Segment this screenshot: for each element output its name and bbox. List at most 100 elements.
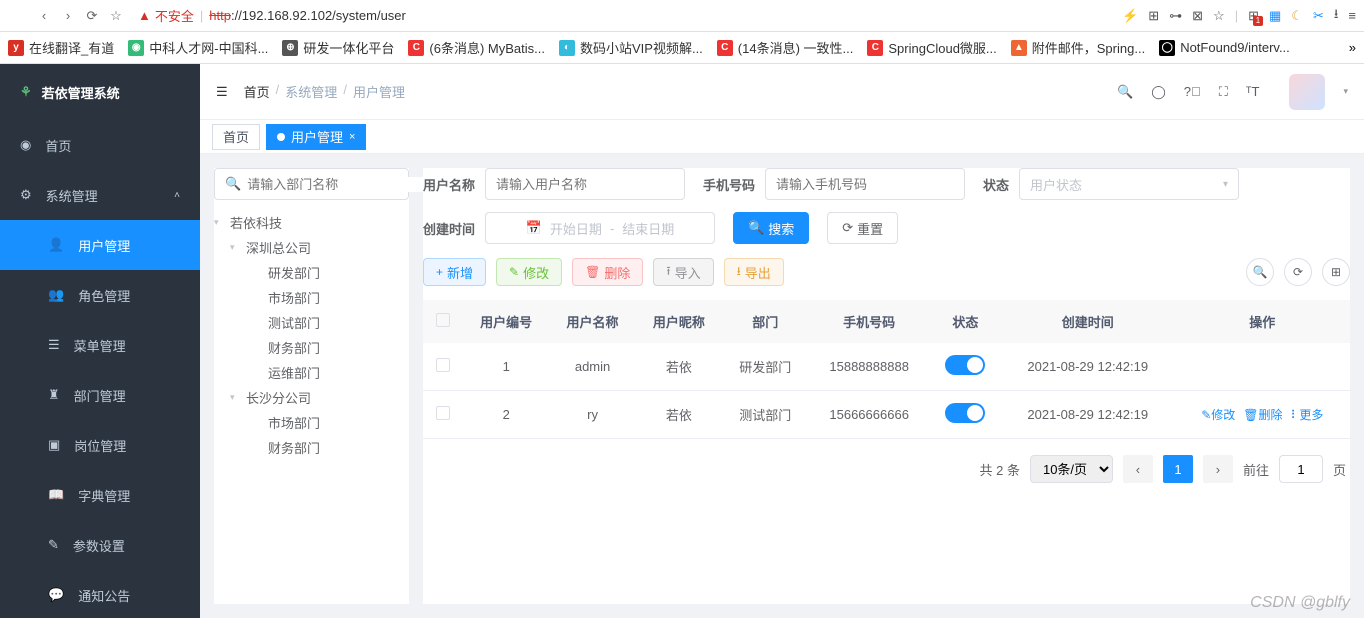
scissors-icon[interactable]: ✂	[1313, 8, 1324, 24]
status-select[interactable]: 用户状态 ▾	[1019, 168, 1239, 200]
bookmark-item[interactable]: ◐数码小站VIP视频解...	[559, 38, 703, 57]
avatar[interactable]	[1289, 74, 1325, 110]
tree-node[interactable]: ▾深圳总公司	[214, 235, 409, 260]
bookmarks-overflow[interactable]: »	[1349, 40, 1356, 55]
extension-icon[interactable]: ⊞	[1248, 8, 1259, 24]
search-icon[interactable]: 🔍	[1117, 84, 1133, 100]
tree-node[interactable]: ▾长沙分公司	[214, 385, 409, 410]
tab[interactable]: 用户管理×	[266, 124, 366, 150]
username-input[interactable]	[485, 168, 685, 200]
export-button[interactable]: ⭳ 导出	[724, 258, 784, 286]
refresh-icon[interactable]: ⟳	[1284, 258, 1312, 286]
tree-node[interactable]: 测试部门	[214, 310, 409, 335]
page-size-select[interactable]: 10条/页	[1030, 455, 1113, 483]
crumb-home[interactable]: 首页	[244, 82, 270, 101]
bookmark-item[interactable]: C(14条消息) 一致性...	[717, 38, 854, 57]
apps-icon[interactable]: ▦	[1269, 8, 1281, 24]
font-size-icon[interactable]: ᵀT	[1246, 84, 1260, 99]
avatar-dropdown-icon[interactable]: ▾	[1343, 86, 1348, 97]
bookmark-item[interactable]: ⊕研发一体化平台	[282, 38, 394, 57]
tree-node[interactable]: ▾若依科技	[214, 210, 409, 235]
app-logo: ⚘ 若依管理系统	[0, 64, 200, 120]
bookmarks-bar: y在线翻译_有道 ◉中科人才网-中国科... ⊕研发一体化平台 C(6条消息) MyB…	[0, 32, 1364, 64]
page-1[interactable]: 1	[1163, 455, 1193, 483]
status-switch[interactable]	[945, 403, 985, 423]
menu-icon[interactable]: ≡	[1348, 8, 1356, 23]
reload-button[interactable]: ⟳	[82, 6, 102, 26]
tree-node[interactable]: 市场部门	[214, 410, 409, 435]
download-icon[interactable]: ⭳	[1334, 5, 1339, 27]
next-page[interactable]: ›	[1203, 455, 1233, 483]
status-switch[interactable]	[945, 355, 985, 375]
help-icon[interactable]: ?⃝	[1184, 84, 1201, 99]
breadcrumb: 首页 / 系统管理 / 用户管理	[244, 82, 1117, 101]
goto-input[interactable]	[1279, 455, 1323, 483]
github-icon[interactable]: ◯	[1151, 84, 1166, 100]
tree-node[interactable]: 市场部门	[214, 285, 409, 310]
sidebar-item[interactable]: ☰菜单管理	[0, 320, 200, 370]
sidebar-item[interactable]: 👤用户管理	[0, 220, 200, 270]
sidebar-item[interactable]: ◉首页	[0, 120, 200, 170]
sidebar-item[interactable]: 💬通知公告	[0, 570, 200, 618]
col-header: 创建时间	[1001, 300, 1175, 343]
sidebar-item[interactable]: ♜部门管理	[0, 370, 200, 420]
toggle-search-icon[interactable]: 🔍	[1246, 258, 1274, 286]
back-button[interactable]: ‹	[34, 6, 54, 26]
sidebar-item[interactable]: ⚙系统管理˄	[0, 170, 200, 220]
bookmark-item[interactable]: ▲附件邮件，Spring...	[1011, 38, 1145, 57]
tree-node[interactable]: 财务部门	[214, 335, 409, 360]
close-icon[interactable]: ×	[349, 131, 355, 143]
row-checkbox[interactable]	[436, 358, 450, 372]
insecure-label: 不安全	[155, 6, 194, 25]
fullscreen-icon[interactable]: ⛶	[1219, 84, 1228, 100]
translate-icon[interactable]: ⊠	[1192, 8, 1203, 24]
bookmark-item[interactable]: ◉中科人才网-中国科...	[128, 38, 268, 57]
sidebar-item[interactable]: 👥角色管理	[0, 270, 200, 320]
row-checkbox[interactable]	[436, 406, 450, 420]
pagination: 共 2 条 10条/页 ‹ 1 › 前往 页	[423, 439, 1350, 499]
import-button[interactable]: ⭱ 导入	[653, 258, 713, 286]
sidebar-item[interactable]: ✎参数设置	[0, 520, 200, 570]
col-header: 操作	[1175, 300, 1350, 343]
select-all-checkbox[interactable]	[436, 313, 450, 327]
goto-label: 前往	[1243, 460, 1269, 479]
prev-page[interactable]: ‹	[1123, 455, 1153, 483]
total-text: 共 2 条	[980, 460, 1020, 479]
date-range[interactable]: 📅 开始日期 - 结束日期	[485, 212, 715, 244]
bookmark-item[interactable]: ◯NotFound9/interv...	[1159, 38, 1290, 57]
search-button[interactable]: 🔍 搜索	[733, 212, 809, 244]
dept-search-input[interactable]	[247, 177, 423, 192]
forward-button[interactable]: ›	[58, 6, 78, 26]
reset-button[interactable]: ⟳ 重置	[827, 212, 898, 244]
sidebar-item[interactable]: ▣岗位管理	[0, 420, 200, 470]
phone-input[interactable]	[765, 168, 965, 200]
row-edit[interactable]: ✎修改	[1201, 406, 1235, 423]
bookmark-item[interactable]: CSpringCloud微服...	[867, 38, 996, 57]
menu-icon: ☰	[48, 337, 60, 353]
star-icon[interactable]: ☆	[106, 6, 126, 26]
sidebar-item[interactable]: 📖字典管理	[0, 470, 200, 520]
bookmark-item[interactable]: C(6条消息) MyBatis...	[408, 38, 545, 57]
tree-node[interactable]: 运维部门	[214, 360, 409, 385]
dept-search[interactable]: 🔍	[214, 168, 409, 200]
row-delete[interactable]: 🗑删除	[1243, 406, 1282, 423]
moon-icon[interactable]: ☾	[1291, 8, 1303, 24]
row-more[interactable]: ⠇更多	[1291, 406, 1324, 423]
tree-node[interactable]: 研发部门	[214, 260, 409, 285]
address-bar[interactable]: ▲不安全 | http://192.168.92.102/system/user	[138, 6, 1118, 25]
bookmark-star-icon[interactable]: ☆	[1213, 8, 1225, 24]
hamburger-icon[interactable]: ☰	[216, 84, 228, 100]
qr-icon[interactable]: ⊞	[1148, 8, 1159, 24]
bookmark-item[interactable]: y在线翻译_有道	[8, 38, 114, 57]
table-row: 2ry若依测试部门156666666662021-08-29 12:42:19✎…	[423, 391, 1350, 439]
edit-button[interactable]: ✎ 修改	[496, 258, 562, 286]
add-button[interactable]: + 新增	[423, 258, 486, 286]
delete-button[interactable]: 🗑 删除	[572, 258, 643, 286]
tab[interactable]: 首页	[212, 124, 260, 150]
user-table: 用户编号用户名称用户昵称部门手机号码状态创建时间操作 1admin若依研发部门1…	[423, 300, 1350, 439]
bolt-icon[interactable]: ⚡	[1122, 8, 1138, 24]
tree-node[interactable]: 财务部门	[214, 435, 409, 460]
columns-icon[interactable]: ⊞	[1322, 258, 1350, 286]
menu-icon: ◉	[20, 137, 31, 153]
key-icon[interactable]: ⊶	[1169, 8, 1182, 24]
